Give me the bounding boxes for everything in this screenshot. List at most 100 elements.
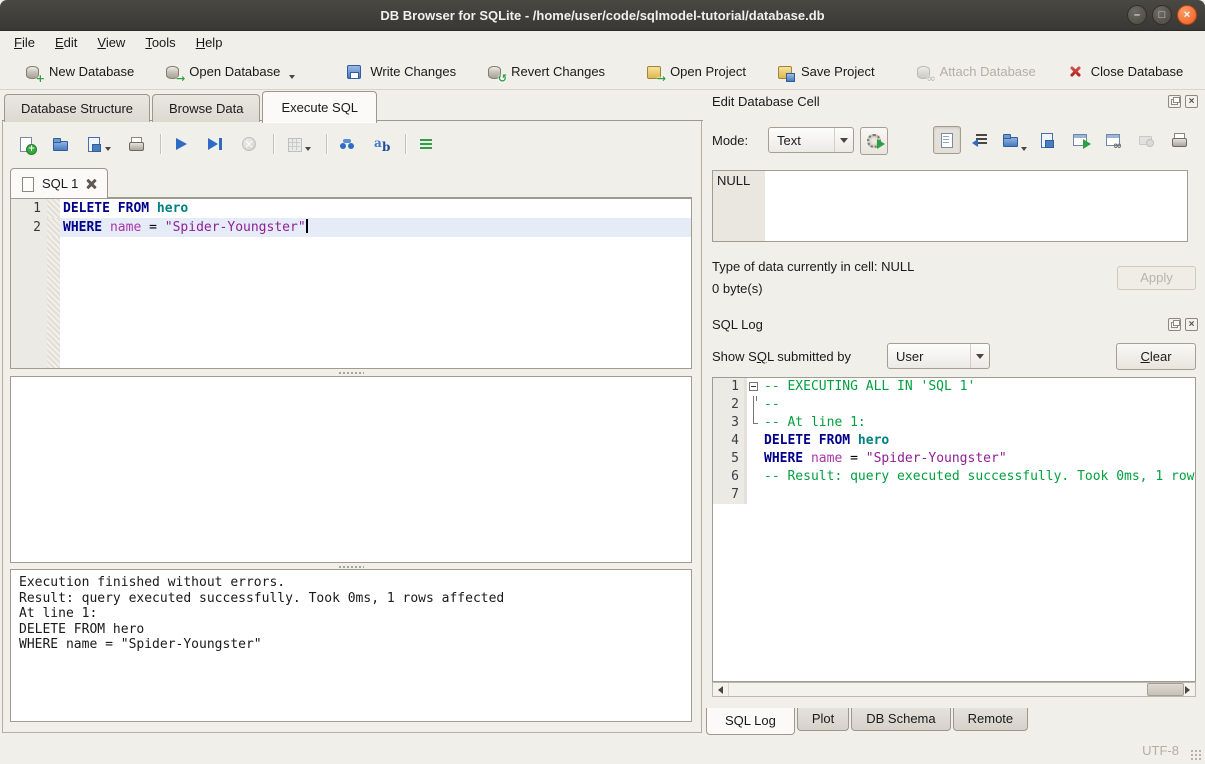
sql-document-tab[interactable]: SQL 1 [10, 168, 108, 198]
tab-browse-data[interactable]: Browse Data [152, 94, 260, 122]
menu-file[interactable]: File [4, 32, 45, 53]
save-project-button[interactable]: Save Project [768, 59, 883, 85]
print-cell-button[interactable] [1166, 127, 1192, 153]
close-panel-icon[interactable] [1185, 318, 1198, 331]
fold-margin [747, 486, 762, 504]
execution-message-pane[interactable]: Execution finished without errors. Resul… [10, 569, 692, 722]
revert-changes-button[interactable]: Revert Changes [478, 59, 613, 85]
line-number: 1 [11, 199, 47, 218]
new-database-button[interactable]: New Database [16, 59, 142, 85]
edit-cell-title: Edit Database Cell [712, 94, 1164, 109]
line-number: 1 [713, 378, 747, 396]
maximize-button[interactable]: □ [1152, 5, 1172, 25]
cell-settings-button[interactable] [860, 127, 888, 155]
toolbar-separator [160, 134, 161, 154]
export-data-button[interactable] [1034, 127, 1060, 153]
log-line: 5WHERE name = "Spider-Youngster" [713, 450, 1195, 468]
splitter-handle[interactable] [10, 370, 692, 375]
log-filter-select[interactable]: User [887, 343, 990, 369]
chevron-down-icon[interactable] [1021, 147, 1027, 151]
open-project-icon [645, 63, 663, 81]
menu-edit[interactable]: Edit [45, 32, 87, 53]
chevron-down-icon[interactable] [289, 75, 295, 79]
log-line: 4DELETE FROM hero [713, 432, 1195, 450]
window-controls: –□× [1127, 5, 1197, 25]
fold-margin [747, 450, 762, 468]
auto-format-button[interactable] [414, 132, 438, 156]
log-horizontal-scrollbar[interactable] [712, 682, 1196, 697]
float-panel-icon[interactable] [1168, 95, 1181, 108]
print-button[interactable] [124, 132, 148, 156]
close-panel-icon[interactable] [1185, 95, 1198, 108]
import-data-button[interactable] [1001, 127, 1027, 153]
clear-log-button[interactable]: Clear [1116, 343, 1196, 370]
open-database-button[interactable]: Open Database [156, 59, 303, 85]
toolbar-separator [326, 134, 327, 154]
scroll-left-icon[interactable] [713, 683, 728, 696]
execute-current-line-button[interactable] [203, 132, 227, 156]
scrollbar-track[interactable] [728, 683, 1180, 696]
main-toolbar: New Database Open Database Write Changes Re… [0, 54, 1205, 90]
open-sql-file-button[interactable] [48, 132, 72, 156]
revert-changes-button-label: Revert Changes [511, 64, 605, 79]
execute-all-button[interactable] [169, 132, 193, 156]
log-filter-label: Show SQL submitted by [712, 349, 851, 364]
dock-tab-remote[interactable]: Remote [953, 708, 1029, 731]
dock-tab-plot[interactable]: Plot [797, 708, 849, 731]
close-tab-icon[interactable] [85, 178, 97, 190]
scrollbar-thumb[interactable] [1147, 683, 1184, 696]
float-panel-icon[interactable] [1168, 318, 1181, 331]
sql-code-editor[interactable]: 1DELETE FROM hero2WHERE name = "Spider-Y… [10, 198, 692, 369]
cell-value-editor[interactable]: NULL [712, 170, 1188, 242]
open-project-button[interactable]: Open Project [637, 59, 754, 85]
log-text: -- EXECUTING ALL IN 'SQL 1' [762, 378, 1195, 396]
toolbar-separator [273, 134, 274, 154]
tab-new-icon [17, 135, 35, 153]
find-button[interactable] [335, 132, 359, 156]
text-mode-button[interactable] [933, 126, 961, 154]
mode-label: Mode: [712, 133, 748, 148]
dock-tab-sql-log[interactable]: SQL Log [706, 708, 795, 735]
db-new-icon [24, 63, 42, 81]
chevron-down-icon[interactable] [305, 147, 311, 151]
code-line[interactable]: 2WHERE name = "Spider-Youngster" [11, 218, 691, 237]
line-number: 2 [11, 218, 47, 237]
tab-database-structure[interactable]: Database Structure [4, 94, 150, 122]
fold-margin [747, 396, 762, 414]
menu-help[interactable]: Help [186, 32, 233, 53]
titlebar[interactable]: DB Browser for SQLite - /home/user/code/… [0, 0, 1205, 31]
mode-select[interactable]: Text [768, 127, 854, 153]
copy-link-button[interactable] [1100, 127, 1126, 153]
save-file-icon [1038, 131, 1056, 149]
chevron-down-icon[interactable] [105, 147, 111, 151]
code-line[interactable]: 1DELETE FROM hero [11, 199, 691, 218]
line-number: 7 [713, 486, 747, 504]
sql-log-view[interactable]: 1-- EXECUTING ALL IN 'SQL 1'2--3-- At li… [712, 377, 1196, 682]
editor-empty-area [11, 237, 691, 368]
cell-value-area[interactable] [765, 171, 1187, 241]
dock-tab-db-schema[interactable]: DB Schema [851, 708, 950, 731]
replace-button[interactable] [369, 132, 393, 156]
edit-cell-header: Edit Database Cell [712, 93, 1198, 109]
minimize-button[interactable]: – [1127, 5, 1147, 25]
sql-log-title: SQL Log [712, 317, 1164, 332]
menu-view[interactable]: View [87, 32, 135, 53]
chevron-down-icon [834, 128, 853, 152]
word-wrap-button[interactable] [968, 127, 994, 153]
fold-collapse-icon[interactable] [749, 382, 758, 391]
tab-execute-sql[interactable]: Execute SQL [262, 91, 377, 123]
menu-tools[interactable]: Tools [135, 32, 185, 53]
write-changes-button[interactable]: Write Changes [337, 59, 464, 85]
new-sql-tab-button[interactable] [14, 132, 38, 156]
resize-grip[interactable] [1190, 749, 1202, 761]
line-number: 2 [713, 396, 747, 414]
wrap-icon [972, 131, 990, 149]
open-external-button[interactable] [1067, 127, 1093, 153]
save-sql-file-button[interactable] [82, 132, 114, 156]
close-button[interactable]: × [1177, 5, 1197, 25]
attach-database-button-label: Attach Database [940, 64, 1036, 79]
close-database-button[interactable]: Close Database [1058, 59, 1192, 85]
results-grid[interactable] [10, 376, 692, 563]
statusbar: UTF-8 [0, 735, 1205, 764]
stop-icon [240, 135, 258, 153]
